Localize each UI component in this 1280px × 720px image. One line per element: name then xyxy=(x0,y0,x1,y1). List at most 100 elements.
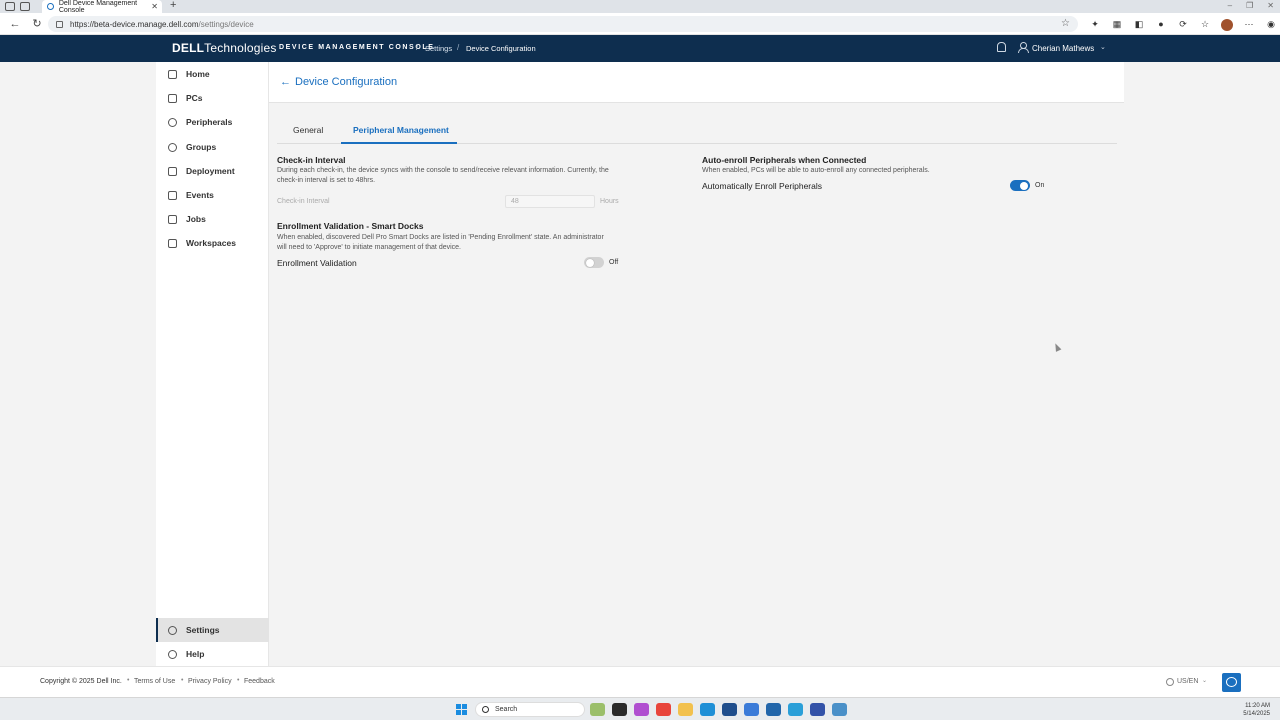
task-view-icon[interactable] xyxy=(612,703,627,716)
sidebar-item-peripherals[interactable]: Peripherals xyxy=(156,110,269,134)
enrollment-validation-title: Enrollment Validation - Smart Docks xyxy=(277,221,424,231)
checkin-interval-input[interactable]: 48 xyxy=(505,195,595,208)
extension-icon[interactable]: ◧ xyxy=(1132,17,1146,31)
sidebar-item-label: Events xyxy=(186,190,214,200)
globe-icon[interactable] xyxy=(1166,678,1174,686)
auto-enroll-state: On xyxy=(1035,182,1045,189)
more-icon[interactable]: ⋯ xyxy=(1242,17,1256,31)
store-icon[interactable] xyxy=(722,703,737,716)
sidebar-item-label: Peripherals xyxy=(186,117,233,127)
taskbar-search-label: Search xyxy=(495,706,518,713)
notifications-bell-icon[interactable] xyxy=(997,42,1006,52)
copyright-text: Copyright © 2025 Dell Inc. xyxy=(40,678,122,685)
chrome-icon[interactable] xyxy=(656,703,671,716)
taskbar-search[interactable]: Search xyxy=(475,702,585,717)
app-icon[interactable] xyxy=(810,703,825,716)
chevron-down-icon[interactable]: ⌄ xyxy=(1100,43,1106,51)
checkin-interval-desc-line1: During each check-in, the device syncs w… xyxy=(277,167,609,174)
sidebar-item-label: Help xyxy=(186,649,205,659)
back-icon[interactable]: ← xyxy=(8,18,22,30)
app-icon[interactable] xyxy=(832,703,847,716)
auto-enroll-title: Auto-enroll Peripherals when Connected xyxy=(702,155,867,165)
sidebar-item-deployment[interactable]: Deployment xyxy=(156,159,269,183)
privacy-policy-link[interactable]: Privacy Policy xyxy=(188,678,232,685)
app-icon[interactable] xyxy=(788,703,803,716)
breadcrumb-settings[interactable]: Settings xyxy=(425,44,452,53)
sidebar-item-workspaces[interactable]: Workspaces xyxy=(156,231,269,255)
sidebar-item-pcs[interactable]: PCs xyxy=(156,86,269,110)
url-text: https://beta-device.manage.dell.com/sett… xyxy=(70,19,254,29)
close-window-button[interactable]: ✕ xyxy=(1267,1,1274,10)
sidebar-item-help[interactable]: Help xyxy=(156,642,269,666)
gear-icon xyxy=(168,625,177,635)
file-explorer-icon[interactable] xyxy=(678,703,693,716)
extension-icon[interactable]: ● xyxy=(1154,17,1168,31)
browser-menu-icon[interactable] xyxy=(5,2,15,11)
sidebar-item-groups[interactable]: Groups xyxy=(156,135,269,159)
extension-icon[interactable]: ✦ xyxy=(1088,17,1102,31)
extension-icon[interactable]: ⟳ xyxy=(1176,17,1190,31)
footer-separator: • xyxy=(181,677,184,684)
back-arrow-icon[interactable]: ← xyxy=(280,76,291,88)
edge-icon[interactable] xyxy=(700,703,715,716)
toggle-knob xyxy=(1020,181,1028,190)
checkin-interval-unit: Hours xyxy=(600,198,619,205)
feedback-link[interactable]: Feedback xyxy=(244,678,275,685)
minimize-button[interactable]: – xyxy=(1228,1,1232,10)
tabs: General Peripheral Management xyxy=(277,120,1117,144)
sidebar-item-label: Home xyxy=(186,69,210,79)
sidebar-item-jobs[interactable]: Jobs xyxy=(156,207,269,231)
chevron-down-icon[interactable]: ⌄ xyxy=(1202,677,1207,684)
enrollment-validation-toggle[interactable] xyxy=(584,257,604,268)
active-tab-indicator xyxy=(341,142,457,144)
footer-separator: • xyxy=(237,677,240,684)
messenger-icon[interactable] xyxy=(744,703,759,716)
url-field[interactable]: https://beta-device.manage.dell.com/sett… xyxy=(48,16,1078,32)
mouse-icon xyxy=(168,117,177,127)
new-tab-button[interactable]: + xyxy=(170,0,176,11)
taskbar-clock[interactable]: 11:20 AM 5/14/2025 xyxy=(1243,702,1270,718)
chat-support-button[interactable] xyxy=(1222,673,1241,692)
tab-actions-icon[interactable] xyxy=(20,2,30,11)
deployment-icon xyxy=(168,166,177,176)
browser-tab[interactable]: Dell Device Management Console ✕ xyxy=(42,0,162,14)
search-icon xyxy=(482,706,489,713)
outlook-icon[interactable] xyxy=(766,703,781,716)
bookmark-star-icon[interactable]: ☆ xyxy=(1061,18,1070,29)
checkin-interval-field-label: Check-in Interval xyxy=(277,198,330,205)
widgets-icon[interactable] xyxy=(590,703,605,716)
auto-enroll-toggle[interactable] xyxy=(1010,180,1030,191)
locale-selector[interactable]: US/EN xyxy=(1177,678,1198,685)
profile-avatar[interactable] xyxy=(1220,17,1234,31)
copilot-icon[interactable]: ◉ xyxy=(1264,17,1278,31)
tab-close-icon[interactable]: ✕ xyxy=(151,2,158,11)
sidebar-item-events[interactable]: Events xyxy=(156,183,269,207)
tab-general[interactable]: General xyxy=(293,125,323,135)
copilot-app-icon[interactable] xyxy=(634,703,649,716)
reload-icon[interactable]: ↻ xyxy=(30,17,44,30)
maximize-button[interactable]: ❐ xyxy=(1246,1,1253,10)
auto-enroll-label: Automatically Enroll Peripherals xyxy=(702,181,822,191)
breadcrumb-separator: / xyxy=(416,43,419,52)
console-title[interactable]: DEVICE MANAGEMENT CONSOLE xyxy=(279,44,435,51)
sidebar-item-label: Workspaces xyxy=(186,238,236,248)
tab-peripheral-management[interactable]: Peripheral Management xyxy=(353,125,449,135)
jobs-icon xyxy=(168,214,177,224)
sidebar-item-label: Deployment xyxy=(186,166,235,176)
dell-favicon-icon xyxy=(47,3,54,10)
extension-icon[interactable]: ▦ xyxy=(1110,17,1124,31)
terms-of-use-link[interactable]: Terms of Use xyxy=(134,678,175,685)
taskbar-date: 5/14/2025 xyxy=(1243,711,1270,717)
windows-start-icon[interactable] xyxy=(456,704,467,715)
sidebar-item-label: Jobs xyxy=(186,214,206,224)
taskbar-apps xyxy=(590,703,847,716)
site-info-icon[interactable] xyxy=(56,20,63,28)
user-icon[interactable] xyxy=(1018,42,1029,53)
favorites-icon[interactable]: ☆ xyxy=(1198,17,1212,31)
sidebar-item-home[interactable]: Home xyxy=(156,62,269,86)
app-header: DELLTechnologies DEVICE MANAGEMENT CONSO… xyxy=(0,35,1280,62)
checkin-interval-desc-line2: check-in interval is set to 48hrs. xyxy=(277,177,376,184)
sidebar-item-settings[interactable]: Settings xyxy=(156,618,269,642)
user-name[interactable]: Cherian Mathews xyxy=(1032,44,1094,53)
dell-technologies-logo[interactable]: DELLTechnologies xyxy=(172,41,277,55)
